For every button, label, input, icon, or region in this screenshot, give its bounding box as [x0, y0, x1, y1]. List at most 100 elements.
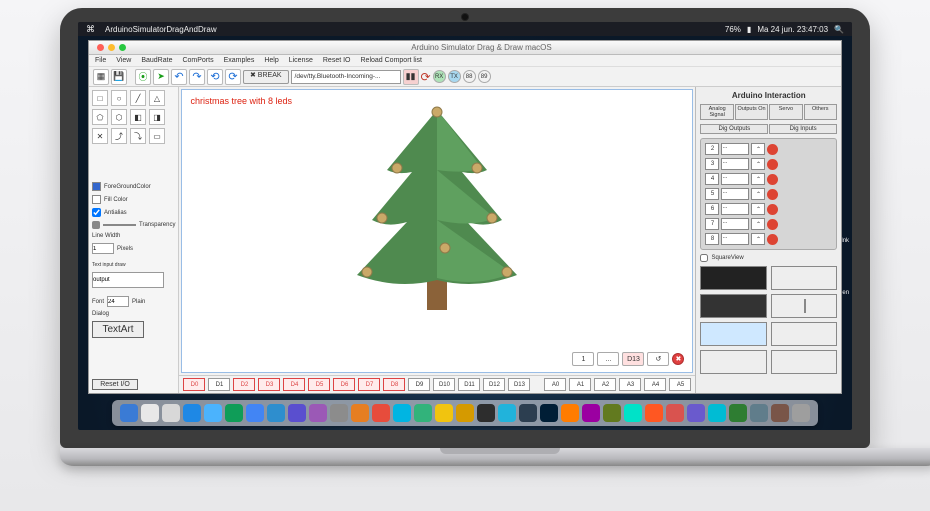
dock-app-30[interactable] — [750, 404, 768, 422]
dock-app-12[interactable] — [372, 404, 390, 422]
dock-app-27[interactable] — [687, 404, 705, 422]
dock-app-0[interactable] — [120, 404, 138, 422]
io-pin-num[interactable]: 2 — [705, 143, 719, 155]
pin-d11[interactable]: D11 — [458, 378, 480, 391]
pin-a0[interactable]: A0 — [544, 378, 566, 391]
io-pin-spin[interactable]: ⌃ — [751, 188, 765, 200]
module-pot[interactable] — [771, 294, 837, 318]
dock-app-17[interactable] — [477, 404, 495, 422]
module-led-matrix[interactable] — [700, 294, 766, 318]
io-pin-spin[interactable]: ⌃ — [751, 203, 765, 215]
io-pin-select[interactable]: ... — [721, 218, 749, 230]
pin-d9[interactable]: D9 — [408, 378, 430, 391]
shape-line[interactable]: ╱ — [130, 90, 146, 106]
menu-baudrate[interactable]: BaudRate — [141, 57, 172, 64]
redo-button[interactable]: ↷ — [189, 69, 205, 85]
break-button[interactable]: ✖ BREAK — [243, 70, 289, 84]
menu-comports[interactable]: ComPorts — [182, 57, 213, 64]
pin-d5[interactable]: D5 — [308, 378, 330, 391]
widget-refresh-icon[interactable]: ↺ — [647, 352, 669, 366]
port-select[interactable]: /dev/tty.Bluetooth-Incoming-... — [291, 70, 401, 84]
macos-dock[interactable] — [112, 400, 818, 426]
shape-bar[interactable]: ▭ — [149, 128, 165, 144]
menu-reload-comport[interactable]: Reload Comport list — [361, 57, 422, 64]
dock-app-6[interactable] — [246, 404, 264, 422]
io-pin-spin[interactable]: ⌃ — [751, 233, 765, 245]
dock-app-16[interactable] — [456, 404, 474, 422]
module-extra-a[interactable] — [771, 322, 837, 346]
textart-button[interactable]: TextArt — [92, 321, 144, 338]
menubar-app-name[interactable]: ArduinoSimulatorDragAndDraw — [105, 25, 217, 34]
shape-fillrect[interactable]: ◧ — [130, 109, 146, 125]
shape-tri[interactable]: △ — [149, 90, 165, 106]
pin-d2[interactable]: D2 — [233, 378, 255, 391]
io-pin-num[interactable]: 7 — [705, 218, 719, 230]
io-pin-select[interactable]: ... — [721, 158, 749, 170]
menu-help[interactable]: Help — [264, 57, 278, 64]
widget-field-b[interactable]: ... — [597, 352, 619, 366]
menu-file[interactable]: File — [95, 57, 106, 64]
dock-app-29[interactable] — [729, 404, 747, 422]
io-pin-select[interactable]: ... — [721, 143, 749, 155]
pin-d4[interactable]: D4 — [283, 378, 305, 391]
tab-servo[interactable]: Servo — [769, 104, 802, 120]
shape-delete[interactable]: ✕ — [92, 128, 108, 144]
pin-a3[interactable]: A3 — [619, 378, 641, 391]
dock-app-14[interactable] — [414, 404, 432, 422]
shape-circle[interactable]: ○ — [111, 90, 127, 106]
tab-dig-outputs[interactable]: Dig Outputs — [700, 124, 768, 134]
widget-field-a[interactable]: 1 — [572, 352, 594, 366]
drawing-canvas[interactable]: christmas tree with 8 leds — [181, 89, 693, 373]
rotate-right-button[interactable]: ⟳ — [225, 69, 241, 85]
io-pin-num[interactable]: 6 — [705, 203, 719, 215]
pin-a4[interactable]: A4 — [644, 378, 666, 391]
pin-d7[interactable]: D7 — [358, 378, 380, 391]
io-pin-spin[interactable]: ⌃ — [751, 218, 765, 230]
dock-app-23[interactable] — [603, 404, 621, 422]
dock-app-26[interactable] — [666, 404, 684, 422]
io-pin-select[interactable]: ... — [721, 173, 749, 185]
module-slider[interactable] — [771, 266, 837, 290]
dock-app-5[interactable] — [225, 404, 243, 422]
shape-arcup[interactable]: ⤴ — [111, 128, 127, 144]
widget-delete-icon[interactable]: ✖ — [672, 353, 684, 365]
apple-menu-icon[interactable]: ⌘ — [86, 24, 95, 35]
pin-d6[interactable]: D6 — [333, 378, 355, 391]
run-button[interactable]: ⦿ — [135, 69, 151, 85]
new-button[interactable]: ▦ — [93, 69, 109, 85]
io-pin-spin[interactable]: ⌃ — [751, 173, 765, 185]
tab-analog[interactable]: Analog Signal — [700, 104, 733, 120]
menu-examples[interactable]: Examples — [224, 57, 255, 64]
slider-thumb[interactable] — [92, 221, 100, 229]
dock-app-19[interactable] — [519, 404, 537, 422]
dock-app-13[interactable] — [393, 404, 411, 422]
menu-license[interactable]: License — [289, 57, 313, 64]
io-pin-num[interactable]: 3 — [705, 158, 719, 170]
dock-app-11[interactable] — [351, 404, 369, 422]
pin-d0[interactable]: D0 — [183, 378, 205, 391]
tab-outputs-on[interactable]: Outputs On — [735, 104, 768, 120]
tab-others[interactable]: Others — [804, 104, 837, 120]
dock-app-2[interactable] — [162, 404, 180, 422]
dock-app-15[interactable] — [435, 404, 453, 422]
reload-icon[interactable]: ⟳ — [421, 70, 431, 84]
pin-d3[interactable]: D3 — [258, 378, 280, 391]
io-pin-num[interactable]: 8 — [705, 233, 719, 245]
dock-app-1[interactable] — [141, 404, 159, 422]
module-lcd[interactable] — [700, 266, 766, 290]
shape-arcdn[interactable]: ⤵ — [130, 128, 146, 144]
dock-app-28[interactable] — [708, 404, 726, 422]
line-width-input[interactable] — [92, 243, 114, 254]
minimize-icon[interactable] — [108, 44, 115, 51]
module-extra-b[interactable] — [700, 350, 766, 374]
dock-app-24[interactable] — [624, 404, 642, 422]
window-controls[interactable] — [97, 44, 126, 51]
dock-app-8[interactable] — [288, 404, 306, 422]
fg-swatch[interactable] — [92, 182, 101, 191]
step-button[interactable]: ➤ — [153, 69, 169, 85]
dock-app-25[interactable] — [645, 404, 663, 422]
pin-d10[interactable]: D10 — [433, 378, 455, 391]
pin-a5[interactable]: A5 — [669, 378, 691, 391]
zoom-icon[interactable] — [119, 44, 126, 51]
dock-app-4[interactable] — [204, 404, 222, 422]
